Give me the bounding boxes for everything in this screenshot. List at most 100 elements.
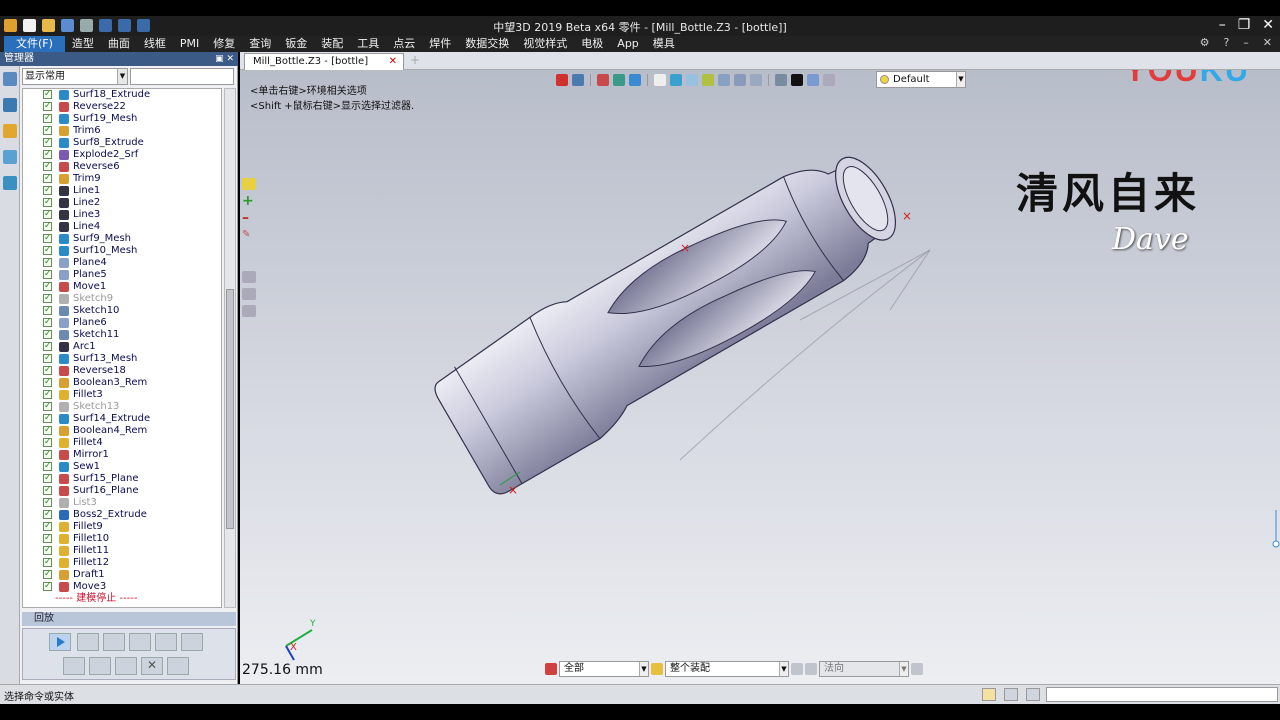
user-icon[interactable] bbox=[3, 176, 17, 190]
menu-wireframe[interactable]: 线框 bbox=[137, 36, 173, 52]
visibility-checkbox[interactable] bbox=[43, 89, 52, 100]
visibility-checkbox[interactable] bbox=[43, 184, 52, 196]
status-button-1[interactable] bbox=[982, 688, 996, 701]
visibility-checkbox[interactable] bbox=[43, 508, 52, 520]
visibility-checkbox[interactable] bbox=[43, 100, 52, 112]
close-icon[interactable]: ✕ bbox=[1262, 17, 1274, 33]
rewind-button[interactable] bbox=[181, 633, 203, 651]
bottle-model[interactable]: × × × bbox=[390, 80, 950, 500]
tree-item[interactable]: Sew1 bbox=[23, 460, 221, 473]
tree-item[interactable]: Move1 bbox=[23, 280, 221, 293]
visibility-checkbox[interactable] bbox=[43, 208, 52, 220]
tree-item[interactable]: Surf15_Plane bbox=[23, 472, 221, 485]
visibility-checkbox[interactable] bbox=[43, 352, 52, 364]
visibility-checkbox[interactable] bbox=[43, 376, 52, 388]
tab-mill-bottle[interactable]: Mill_Bottle.Z3 - [bottle] ✕ bbox=[244, 53, 404, 70]
play-button[interactable] bbox=[49, 633, 71, 651]
visibility-checkbox[interactable] bbox=[43, 220, 52, 232]
tree-item[interactable]: Boss2_Extrude bbox=[23, 508, 221, 521]
pick-option-icon[interactable] bbox=[805, 663, 817, 675]
panel-minimize-icon[interactable]: – bbox=[1243, 36, 1249, 49]
remove-icon[interactable]: – bbox=[242, 211, 256, 225]
tree-item[interactable]: Surf18_Extrude bbox=[23, 89, 221, 101]
tree-item[interactable]: Fillet3 bbox=[23, 388, 221, 401]
part-library-icon[interactable] bbox=[3, 124, 17, 138]
tree-item[interactable]: Mirror1 bbox=[23, 448, 221, 461]
tree-item[interactable]: Fillet10 bbox=[23, 532, 221, 545]
tree-item[interactable]: Fillet12 bbox=[23, 556, 221, 569]
panel-close-icon[interactable]: ✕ bbox=[1263, 36, 1272, 49]
visibility-checkbox[interactable] bbox=[43, 316, 52, 328]
visibility-checkbox[interactable] bbox=[43, 436, 52, 448]
tree-item[interactable]: Surf16_Plane bbox=[23, 484, 221, 497]
tab-close-icon[interactable]: ✕ bbox=[389, 54, 397, 69]
replay-header[interactable]: 回放 bbox=[22, 612, 236, 626]
tree-item[interactable]: Reverse18 bbox=[23, 364, 221, 377]
filter-icon[interactable] bbox=[545, 663, 557, 675]
pin-icon[interactable]: ▣ ✕ bbox=[215, 52, 234, 66]
tree-item[interactable]: Sketch9 bbox=[23, 292, 221, 305]
visibility-checkbox[interactable] bbox=[43, 460, 52, 472]
visibility-checkbox[interactable] bbox=[43, 292, 52, 304]
visibility-checkbox[interactable] bbox=[43, 448, 52, 460]
assembly-manager-icon[interactable] bbox=[3, 98, 17, 112]
tree-item[interactable]: Surf13_Mesh bbox=[23, 352, 221, 365]
tree-item[interactable]: Reverse22 bbox=[23, 100, 221, 113]
menu-query[interactable]: 查询 bbox=[242, 36, 278, 52]
visibility-checkbox[interactable] bbox=[43, 556, 52, 568]
visibility-checkbox[interactable] bbox=[43, 496, 52, 508]
tree-item[interactable]: Surf10_Mesh bbox=[23, 244, 221, 257]
pencil-icon[interactable]: ✎ bbox=[242, 229, 256, 241]
tree-item[interactable]: Move3 bbox=[23, 580, 221, 593]
filter-icon-2[interactable] bbox=[242, 288, 256, 300]
display-filter-select[interactable]: 显示常用 ▼ bbox=[22, 68, 128, 85]
3d-viewport[interactable]: Default ▼ <单击右键>环境相关选项 <Shift +鼠标右键>显示选择… bbox=[240, 70, 1280, 684]
menu-data-exchange[interactable]: 数据交换 bbox=[458, 36, 516, 52]
menu-tools[interactable]: 工具 bbox=[350, 36, 386, 52]
pick-option-icon[interactable] bbox=[911, 663, 923, 675]
scrollbar-thumb[interactable] bbox=[226, 289, 234, 529]
menu-file[interactable]: 文件(F) bbox=[4, 36, 65, 52]
tree-item[interactable]: Surf19_Mesh bbox=[23, 112, 221, 125]
menu-sheetmetal[interactable]: 钣金 bbox=[278, 36, 314, 52]
visibility-checkbox[interactable] bbox=[43, 400, 52, 412]
select-icon[interactable] bbox=[242, 178, 256, 190]
skip-end-button[interactable] bbox=[155, 633, 177, 651]
help-icon[interactable]: ? bbox=[1223, 36, 1229, 49]
menu-pmi[interactable]: PMI bbox=[173, 36, 206, 52]
tree-item[interactable]: Line1 bbox=[23, 184, 221, 197]
rollback-button[interactable] bbox=[115, 657, 137, 675]
tree-item[interactable]: Explode2_Srf bbox=[23, 148, 221, 161]
menu-visual-style[interactable]: 视觉样式 bbox=[516, 36, 574, 52]
assembly-icon[interactable] bbox=[651, 663, 663, 675]
suppress-button[interactable] bbox=[89, 657, 111, 675]
history-manager-icon[interactable] bbox=[3, 72, 17, 86]
menu-electrode[interactable]: 电极 bbox=[574, 36, 610, 52]
step-forward-button[interactable] bbox=[77, 633, 99, 651]
tree-item[interactable]: Surf8_Extrude bbox=[23, 136, 221, 149]
visibility-checkbox[interactable] bbox=[43, 112, 52, 124]
tree-item[interactable]: Surf9_Mesh bbox=[23, 232, 221, 245]
view-manager-icon[interactable] bbox=[3, 150, 17, 164]
rollback-marker[interactable]: ----- 建模停止 ----- bbox=[23, 593, 221, 605]
stop-button[interactable] bbox=[167, 657, 189, 675]
tree-item[interactable]: Draft1 bbox=[23, 568, 221, 581]
new-tab-icon[interactable]: + bbox=[410, 53, 420, 67]
tree-item[interactable]: Line3 bbox=[23, 208, 221, 221]
step-next-button[interactable] bbox=[103, 633, 125, 651]
visibility-checkbox[interactable] bbox=[43, 484, 52, 496]
visibility-checkbox[interactable] bbox=[43, 364, 52, 376]
edit-feature-button[interactable] bbox=[63, 657, 85, 675]
tree-item[interactable]: Boolean3_Rem bbox=[23, 376, 221, 389]
tree-item[interactable]: Fillet9 bbox=[23, 520, 221, 533]
visibility-checkbox[interactable] bbox=[43, 568, 52, 580]
status-button-3[interactable] bbox=[1026, 688, 1040, 701]
tree-item[interactable]: Plane4 bbox=[23, 256, 221, 269]
visibility-checkbox[interactable] bbox=[43, 340, 52, 352]
tree-item[interactable]: Line2 bbox=[23, 196, 221, 209]
visibility-checkbox[interactable] bbox=[43, 256, 52, 268]
visibility-checkbox[interactable] bbox=[43, 232, 52, 244]
visibility-checkbox[interactable] bbox=[43, 580, 52, 592]
tree-item[interactable]: Surf14_Extrude bbox=[23, 412, 221, 425]
assembly-scope-select[interactable]: 整个装配 ▼ bbox=[665, 661, 789, 677]
